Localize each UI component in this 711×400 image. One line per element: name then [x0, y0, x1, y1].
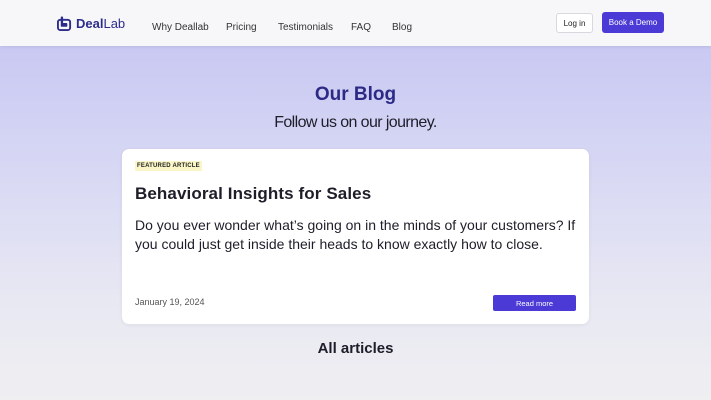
nav-link-why-deallab[interactable]: Why Deallab: [152, 17, 209, 35]
nav-link-blog[interactable]: Blog: [392, 17, 412, 35]
book-demo-button[interactable]: Book a Demo: [602, 12, 664, 33]
all-articles-heading: All articles: [317, 340, 394, 357]
featured-badge: FEATURED ARTICLE: [135, 161, 202, 171]
logo-icon: [57, 15, 72, 31]
brand-logo[interactable]: DealLab: [57, 14, 125, 32]
nav-link-testimonials[interactable]: Testimonials: [278, 17, 333, 35]
page-subtitle: Follow us on our journey.: [274, 114, 437, 131]
nav-link-pricing[interactable]: Pricing: [226, 17, 257, 35]
article-date: January 19, 2024: [135, 297, 205, 307]
read-more-button[interactable]: Read more: [493, 295, 576, 311]
brand-name: DealLab: [76, 15, 126, 31]
top-navbar: DealLab Why Deallab Pricing Testimonials…: [0, 0, 711, 46]
featured-article-card: FEATURED ARTICLE Behavioral Insights for…: [122, 149, 589, 324]
article-title[interactable]: Behavioral Insights for Sales: [135, 184, 371, 204]
article-excerpt: Do you ever wonder what’s going on in th…: [135, 217, 576, 252]
page-title: Our Blog: [314, 84, 397, 105]
nav-link-faq[interactable]: FAQ: [351, 17, 371, 35]
login-button[interactable]: Log in: [556, 13, 593, 33]
